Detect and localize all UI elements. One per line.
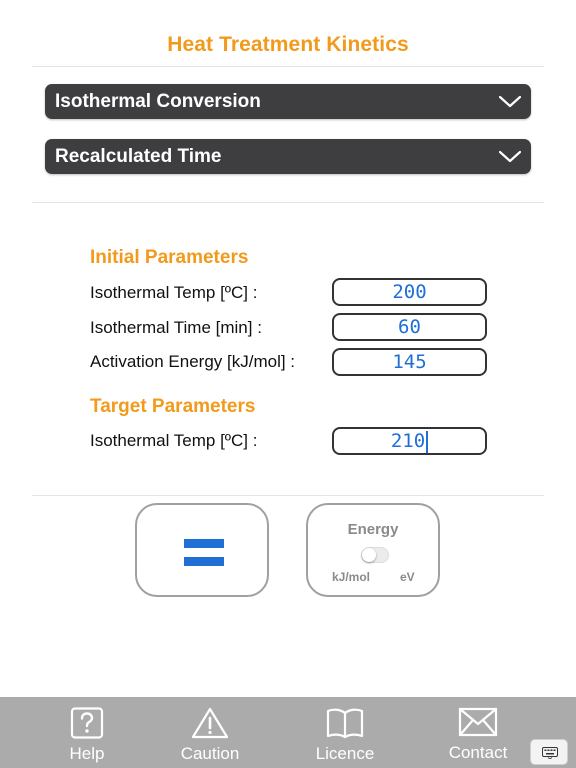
open-book-icon — [326, 708, 364, 739]
result-dropdown-label: Recalculated Time — [55, 145, 222, 167]
toggle-knob — [362, 548, 376, 562]
mode-dropdown[interactable]: Isothermal Conversion — [45, 84, 531, 119]
mode-dropdown-label: Isothermal Conversion — [55, 90, 261, 112]
warning-triangle-icon — [191, 707, 229, 739]
tab-help[interactable]: Help — [37, 697, 137, 768]
energy-unit-toggle[interactable] — [361, 547, 389, 563]
chevron-down-icon — [499, 95, 521, 107]
activation-energy-value: 145 — [392, 351, 427, 373]
envelope-icon — [458, 707, 498, 737]
tab-caution[interactable]: Caution — [160, 697, 260, 768]
initial-time-label: Isothermal Time [min] : — [90, 318, 262, 337]
energy-title: Energy — [347, 521, 399, 538]
tab-help-label: Help — [69, 744, 105, 763]
unit-ev-label: eV — [400, 570, 415, 584]
chevron-down-icon — [499, 150, 521, 162]
divider-top — [32, 66, 544, 67]
unit-kjmol-label: kJ/mol — [332, 570, 371, 584]
equals-icon — [184, 557, 224, 566]
text-cursor — [426, 430, 429, 453]
initial-temp-input[interactable]: 200 — [332, 278, 487, 306]
energy-unit-button[interactable]: Energy kJ/mol eV — [306, 503, 440, 597]
tab-caution-label: Caution — [180, 744, 240, 763]
calculate-button[interactable] — [135, 503, 269, 597]
target-params-title: Target Parameters — [90, 396, 256, 417]
result-dropdown[interactable]: Recalculated Time — [45, 139, 531, 174]
keyboard-icon — [542, 747, 558, 759]
tab-bar: Help Caution Licence Contact — [0, 697, 576, 768]
divider-middle — [32, 202, 544, 203]
initial-temp-label: Isothermal Temp [ºC] : — [90, 283, 258, 302]
target-temp-value: 210 — [390, 430, 426, 452]
question-box-icon — [70, 707, 104, 739]
tab-contact[interactable]: Contact — [428, 697, 528, 768]
tab-licence[interactable]: Licence — [295, 697, 395, 768]
equals-icon — [184, 539, 224, 548]
app-title: Heat Treatment Kinetics — [167, 33, 409, 56]
initial-time-value: 60 — [398, 316, 421, 338]
initial-temp-value: 200 — [392, 281, 427, 303]
target-temp-label: Isothermal Temp [ºC] : — [90, 431, 258, 450]
keyboard-dismiss-button[interactable] — [530, 739, 568, 765]
target-temp-input[interactable]: 210 — [332, 427, 487, 455]
tab-contact-label: Contact — [448, 743, 508, 762]
tab-licence-label: Licence — [315, 744, 375, 763]
initial-params-title: Initial Parameters — [90, 247, 249, 268]
activation-energy-input[interactable]: 145 — [332, 348, 487, 376]
activation-energy-label: Activation Energy [kJ/mol] : — [90, 352, 296, 371]
divider-bottom — [32, 495, 544, 496]
initial-time-input[interactable]: 60 — [332, 313, 487, 341]
